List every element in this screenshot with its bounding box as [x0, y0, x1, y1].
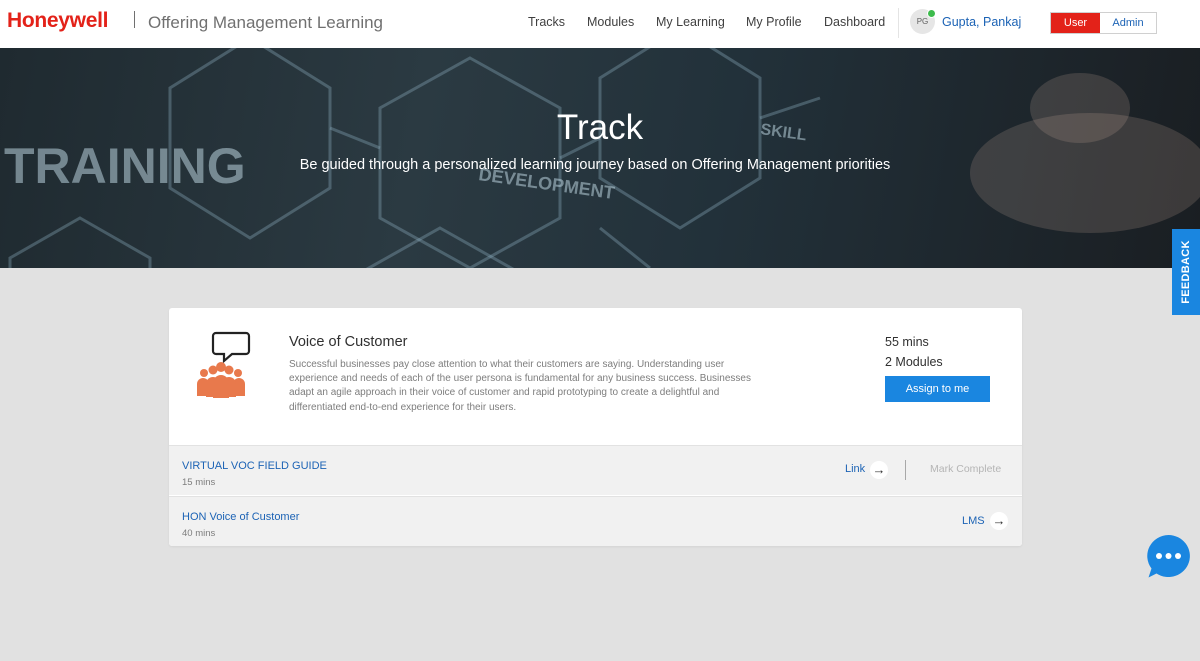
- module-lms-link[interactable]: LMS: [962, 515, 985, 527]
- nav-tracks[interactable]: Tracks: [528, 15, 565, 29]
- nav-dashboard[interactable]: Dashboard: [824, 15, 885, 29]
- chat-bubble-icon[interactable]: [1145, 533, 1192, 580]
- role-admin-button[interactable]: Admin: [1100, 13, 1156, 33]
- row-divider: [905, 460, 906, 480]
- feedback-tab-label: FEEDBACK: [1180, 240, 1192, 304]
- module-duration: 40 mins: [182, 528, 216, 539]
- role-toggle: User Admin: [1050, 12, 1157, 34]
- module-row: VIRTUAL VOC FIELD GUIDE 15 mins Link → M…: [169, 445, 1022, 495]
- assign-to-me-button[interactable]: Assign to me: [885, 376, 990, 402]
- module-row: HON Voice of Customer 40 mins LMS →: [169, 496, 1022, 546]
- mark-complete-button[interactable]: Mark Complete: [930, 463, 1001, 475]
- role-user-button[interactable]: User: [1051, 13, 1100, 33]
- nav-my-learning[interactable]: My Learning: [656, 15, 725, 29]
- top-navigation-bar: Honeywell Offering Management Learning T…: [0, 0, 1200, 48]
- nav-my-profile[interactable]: My Profile: [746, 15, 802, 29]
- track-description: Successful businesses pay close attentio…: [289, 359, 751, 413]
- module-link[interactable]: Link: [845, 463, 865, 475]
- app-title: Offering Management Learning: [148, 13, 384, 32]
- nav-modules[interactable]: Modules: [587, 15, 634, 29]
- hero-subtitle: Be guided through a personalized learnin…: [299, 157, 891, 173]
- nav-divider: [898, 8, 899, 38]
- user-name[interactable]: Gupta, Pankaj: [942, 15, 1021, 29]
- hero-title: Track: [556, 108, 644, 147]
- track-modules-count: 2 Modules: [885, 355, 943, 369]
- module-title[interactable]: VIRTUAL VOC FIELD GUIDE: [182, 460, 327, 472]
- arrow-right-icon[interactable]: →: [870, 461, 888, 479]
- logo-divider: [134, 11, 135, 28]
- module-title[interactable]: HON Voice of Customer: [182, 511, 299, 523]
- hero-banner: TRAINING DEVELOPMENT SKILL Track Be guid…: [0, 48, 1200, 268]
- track-duration: 55 mins: [885, 335, 929, 349]
- module-duration: 15 mins: [182, 477, 216, 488]
- honeywell-logo[interactable]: Honeywell: [7, 9, 108, 33]
- customer-group-speech-icon: [197, 331, 251, 398]
- track-card: Voice of Customer Successful businesses …: [169, 308, 1022, 546]
- online-status-dot: [927, 9, 936, 18]
- track-title: Voice of Customer: [289, 334, 408, 350]
- arrow-right-icon[interactable]: →: [990, 512, 1008, 530]
- feedback-tab[interactable]: FEEDBACK: [1172, 229, 1200, 315]
